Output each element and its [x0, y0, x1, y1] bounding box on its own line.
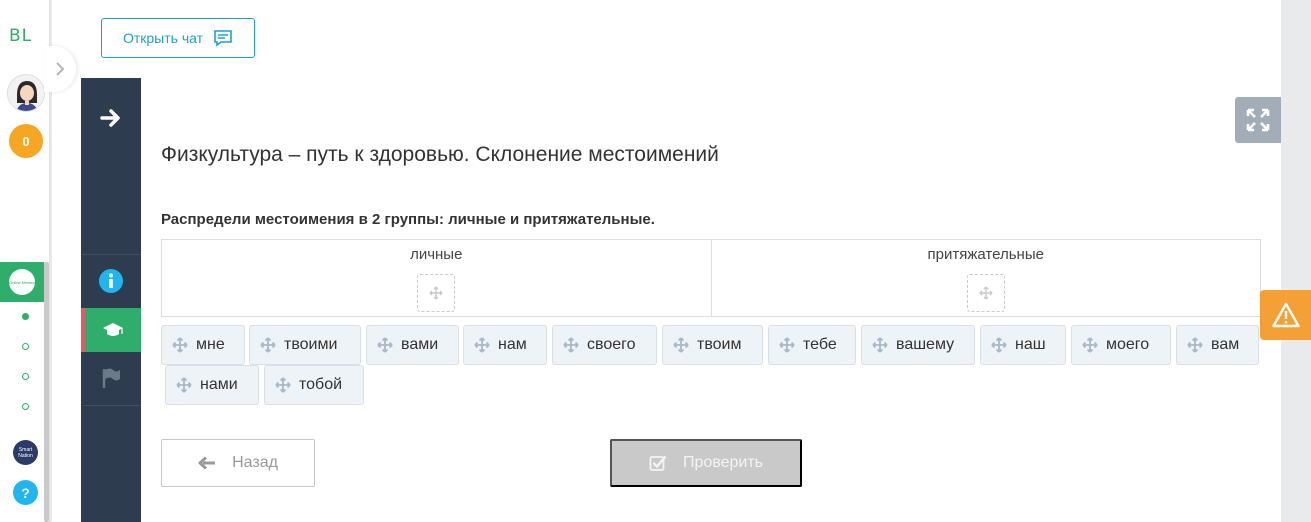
points-coin[interactable]: 0	[9, 124, 43, 158]
task-instruction: Распредели местоимения в 2 группы: личны…	[161, 211, 655, 228]
groups-table: личные притяжательные	[161, 239, 1261, 317]
check-button[interactable]: Проверить	[610, 439, 802, 487]
word-chip[interactable]: нам	[463, 325, 547, 365]
expand-icon	[1246, 108, 1270, 132]
check-button-label: Проверить	[682, 454, 763, 471]
group-label: личные	[410, 246, 463, 263]
word-chip-label: нами	[200, 376, 238, 393]
word-chip[interactable]: твоими	[249, 325, 361, 365]
back-button[interactable]: Назад	[161, 439, 315, 487]
word-chip[interactable]: вам	[1176, 325, 1259, 365]
group-personal: личные	[162, 240, 711, 316]
progress-dot[interactable]	[22, 373, 29, 380]
word-chip-label: твоим	[697, 336, 742, 353]
online-mektep-logo[interactable]: Online Mektep	[0, 262, 44, 302]
graduation-cap-icon	[103, 323, 123, 336]
progress-dot[interactable]	[22, 313, 29, 320]
word-chip[interactable]: вашему	[861, 325, 975, 365]
chat-icon	[214, 30, 232, 47]
report-problem-button[interactable]	[1260, 290, 1311, 340]
nav-flag-button[interactable]	[81, 356, 141, 400]
lesson-nav	[81, 78, 141, 522]
word-chip[interactable]: твоим	[662, 325, 763, 365]
move-icon	[1082, 337, 1098, 353]
word-chip-label: моего	[1106, 336, 1150, 353]
move-icon	[260, 337, 276, 353]
move-icon	[779, 337, 795, 353]
word-chip[interactable]: нами	[165, 365, 259, 405]
word-chip[interactable]: наш	[980, 325, 1066, 365]
move-icon	[991, 337, 1007, 353]
move-icon	[673, 337, 689, 353]
avatar[interactable]	[7, 74, 45, 112]
help-button[interactable]: ?	[13, 480, 38, 505]
move-icon	[275, 377, 291, 393]
smart-nation-logo[interactable]: Smart Nation	[13, 440, 38, 465]
info-icon	[99, 269, 123, 293]
word-chip-label: твоими	[284, 336, 338, 353]
word-chip-label: нам	[498, 336, 527, 353]
drop-slot[interactable]	[966, 274, 1005, 312]
word-chip[interactable]: вами	[366, 325, 459, 365]
word-chip[interactable]: тобой	[264, 365, 364, 405]
flag-icon	[102, 368, 120, 388]
open-chat-button[interactable]: Открыть чат	[101, 18, 255, 58]
arrow-right-icon	[100, 109, 120, 127]
word-chip-label: мне	[196, 336, 225, 353]
word-chip-label: вами	[401, 336, 439, 353]
word-chip[interactable]: тебе	[768, 325, 856, 365]
progress-dot[interactable]	[22, 403, 29, 410]
nav-divider	[81, 254, 141, 255]
move-icon	[172, 337, 188, 353]
word-chip-label: вам	[1211, 336, 1240, 353]
move-icon	[563, 337, 579, 353]
group-label: притяжательные	[927, 246, 1044, 263]
fullscreen-button[interactable]	[1235, 97, 1281, 143]
warning-icon	[1271, 302, 1300, 328]
word-chip[interactable]: моего	[1071, 325, 1171, 365]
checkbox-icon	[649, 455, 667, 471]
move-icon	[377, 337, 393, 353]
move-icon	[429, 286, 443, 300]
chevron-right-icon	[56, 62, 65, 76]
online-mektep-label: Online Mektep	[9, 269, 35, 295]
move-icon	[979, 286, 993, 300]
lesson-title: Физкультура – путь к здоровью. Склонение…	[161, 143, 719, 166]
word-chip-label: тебе	[803, 336, 837, 353]
back-button-label: Назад	[232, 454, 278, 471]
sidebar-scrollbar[interactable]	[44, 262, 49, 522]
word-chip-label: вашему	[896, 336, 955, 353]
word-chip-label: наш	[1015, 336, 1046, 353]
mini-sidebar: BL 0 Online Mektep Smart Nation ?	[0, 0, 50, 522]
arrow-left-icon	[198, 456, 216, 470]
nav-info-button[interactable]	[81, 259, 141, 303]
open-chat-label: Открыть чат	[122, 30, 204, 46]
word-chip-label: тобой	[299, 376, 343, 393]
nav-next-button[interactable]	[81, 96, 141, 140]
word-chip[interactable]: мне	[161, 325, 245, 365]
avatar-icon	[8, 75, 44, 111]
nav-lesson-button[interactable]	[81, 308, 141, 352]
move-icon	[474, 337, 490, 353]
word-chip-label: своего	[587, 336, 636, 353]
move-icon	[1187, 337, 1203, 353]
word-chip[interactable]: своего	[552, 325, 657, 365]
move-icon	[872, 337, 888, 353]
progress-dot[interactable]	[22, 343, 29, 350]
group-possessive: притяжательные	[710, 240, 1261, 316]
nav-divider	[81, 405, 141, 406]
move-icon	[176, 377, 192, 393]
drop-slot[interactable]	[417, 274, 456, 312]
bl-logo[interactable]: BL	[9, 26, 32, 46]
